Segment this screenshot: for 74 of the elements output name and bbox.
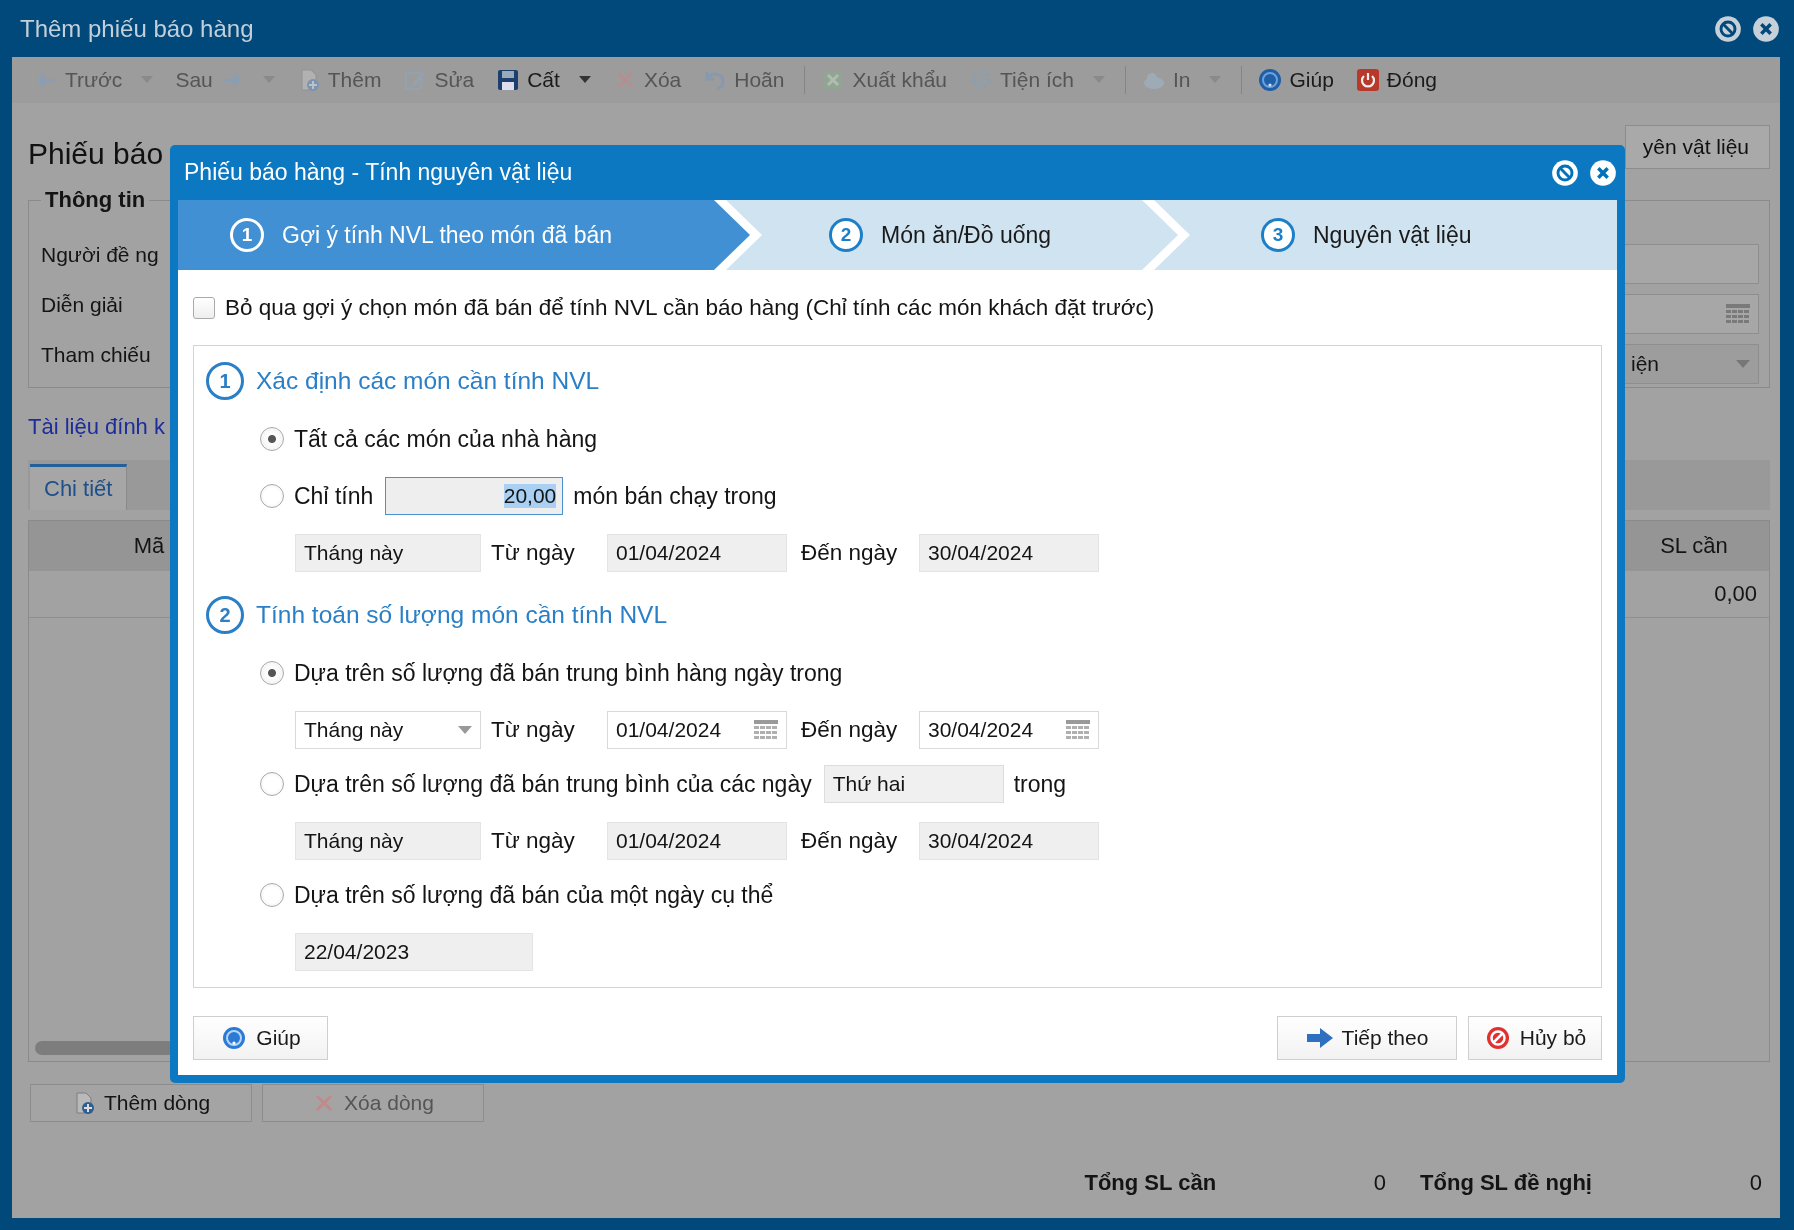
grid-button[interactable]: Thêm dòng: [30, 1084, 252, 1122]
total-label: Tổng SL đề nghị: [1420, 1170, 1592, 1196]
field-label: Diễn giải: [41, 292, 124, 318]
date-field[interactable]: 01/04/2024: [607, 534, 787, 572]
caret-icon: [458, 726, 472, 734]
column-header: SL cần: [1659, 533, 1729, 559]
date-field[interactable]: 22/04/2023: [295, 933, 533, 971]
option-label: món bán chạy trong: [573, 482, 777, 510]
calendar-icon: [1066, 720, 1090, 740]
section-title: Xác định các món cần tính NVL: [256, 367, 600, 395]
form-heading: Phiếu báo: [28, 135, 164, 171]
column-header: Mã: [132, 533, 166, 559]
date-field[interactable]: 01/04/2024: [607, 822, 787, 860]
dialog-title: Phiếu báo hàng - Tính nguyên vật liệu: [184, 159, 573, 186]
period-dropdown[interactable]: Tháng này: [295, 534, 481, 572]
section-number: 2: [206, 596, 244, 634]
date-field[interactable]: 30/04/2024: [919, 822, 1099, 860]
radio-button[interactable]: [260, 772, 284, 796]
toolbar-button[interactable]: Giúp: [1241, 66, 1342, 94]
dialog-button[interactable]: Giúp: [193, 1016, 328, 1060]
option-label: Dựa trên số lượng đã bán của một ngày cụ thể: [294, 881, 774, 909]
period-dropdown[interactable]: Tháng này: [295, 822, 481, 860]
from-label: Từ ngày: [490, 828, 576, 854]
side-button[interactable]: yên vật liệu: [1625, 124, 1770, 169]
calendar-icon: [1726, 304, 1750, 324]
arrow-right-icon: [1305, 1026, 1334, 1050]
table-cell: 0,00: [1714, 581, 1757, 607]
date-field[interactable]: 30/04/2024: [919, 711, 1099, 749]
wizard-step[interactable]: 2 Món ăn/Đồ uống: [726, 200, 1178, 270]
restore-icon[interactable]: [1714, 14, 1742, 43]
total-value: 0: [1748, 1170, 1762, 1196]
total-value: 0: [1372, 1170, 1387, 1196]
dialog-button[interactable]: Hủy bỏ: [1468, 1016, 1602, 1060]
to-label: Đến ngày: [800, 717, 899, 743]
section-title: Tính toán số lượng món cần tính NVL: [256, 601, 668, 629]
radio-button[interactable]: [260, 427, 284, 451]
close-icon[interactable]: [1589, 158, 1617, 187]
date-field[interactable]: 30/04/2024: [919, 534, 1099, 572]
from-label: Từ ngày: [490, 717, 576, 743]
close-icon[interactable]: [1752, 14, 1780, 43]
date-field[interactable]: 01/04/2024: [607, 711, 787, 749]
period-dropdown[interactable]: Tháng này: [295, 711, 481, 749]
option-label: Chỉ tính: [294, 482, 374, 510]
section-number: 1: [206, 362, 244, 400]
total-label: Tổng SL cần: [1084, 1170, 1217, 1196]
caret-icon: [1736, 360, 1750, 368]
floppy-icon: [496, 68, 521, 92]
attachment-link[interactable]: Tài liệu đính k: [28, 414, 165, 440]
option-label: trong: [1013, 770, 1067, 798]
caret-icon: [578, 76, 591, 84]
window-title: Thêm phiếu báo hàng: [20, 14, 254, 43]
checkbox-label: Bỏ qua gợi ý chọn món đã bán để tính NVL cần báo hàng (Chỉ tính các món khách đặt trước): [225, 294, 1155, 321]
restore-icon[interactable]: [1551, 158, 1579, 187]
radio-button[interactable]: [260, 883, 284, 907]
field-label: Người đề ng: [41, 242, 159, 268]
from-label: Từ ngày: [490, 540, 576, 566]
radio-button[interactable]: [260, 661, 284, 685]
help-icon: [1258, 68, 1283, 92]
power-icon: [1355, 68, 1380, 92]
radio-button[interactable]: [260, 484, 284, 508]
calendar-icon: [754, 720, 778, 740]
input-field[interactable]: Thứ hai: [823, 765, 1004, 803]
dialog-button[interactable]: Tiếp theo: [1277, 1016, 1457, 1060]
option-label: Tất cả các món của nhà hàng: [294, 425, 598, 453]
option-label: Dựa trên số lượng đã bán trung bình của các ngày: [294, 770, 812, 798]
field-label: Tham chiếu: [41, 342, 152, 368]
to-label: Đến ngày: [800, 540, 899, 566]
option-label: Dựa trên số lượng đã bán trung bình hàng ngày trong: [294, 659, 843, 687]
to-label: Đến ngày: [800, 828, 899, 854]
wizard-step[interactable]: 3 Nguyên vật liệu: [1154, 200, 1617, 270]
toolbar-button[interactable]: Cất: [488, 66, 599, 94]
toolbar-button[interactable]: Đóng: [1347, 66, 1446, 94]
checkbox[interactable]: [193, 296, 215, 319]
input-field[interactable]: 20,00: [385, 477, 564, 515]
